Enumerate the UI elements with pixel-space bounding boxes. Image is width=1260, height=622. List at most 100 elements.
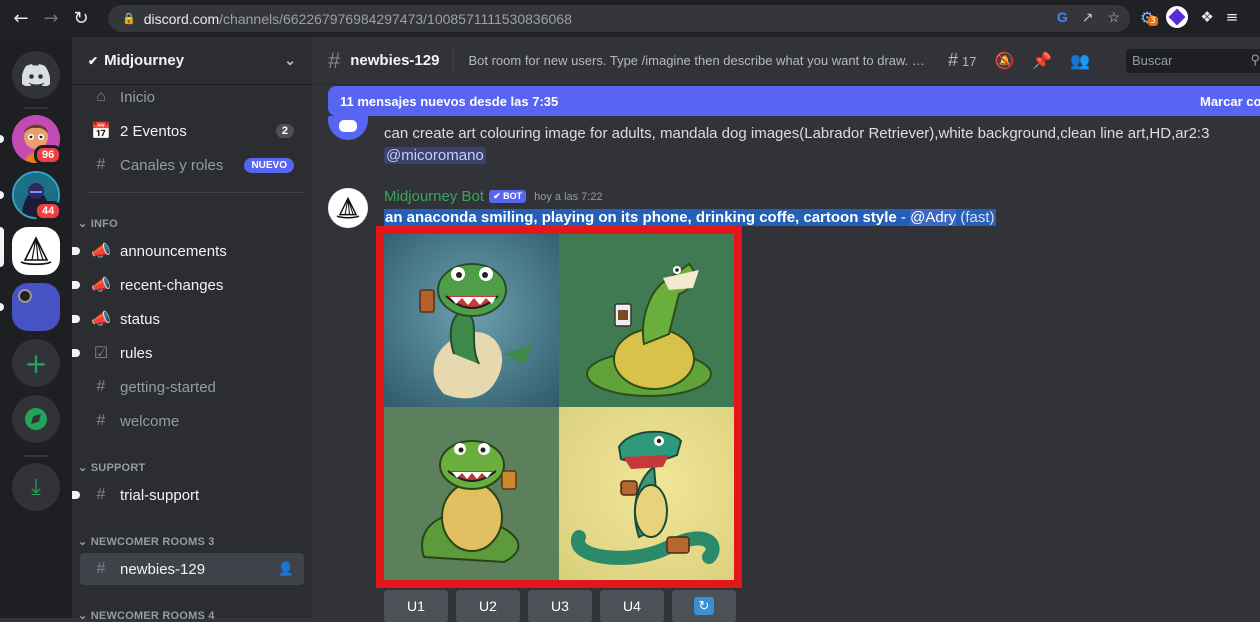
user-mention[interactable]: @Adry: [910, 209, 957, 226]
search-input[interactable]: Buscar ⚲: [1126, 49, 1260, 73]
address-bar[interactable]: 🔒 discord.com/channels/66226797698429747…: [108, 5, 1130, 32]
server-header[interactable]: ✔ Midjourney ⌄: [72, 37, 312, 85]
user-mention[interactable]: @micoromano: [384, 147, 486, 164]
unread-dot: [72, 315, 80, 323]
google-icon[interactable]: G: [1057, 9, 1068, 26]
channel-label: getting-started: [120, 378, 216, 396]
unread-pill-3: [0, 303, 4, 311]
download-icon[interactable]: ⤓: [12, 463, 60, 511]
channel-announcements[interactable]: 📣 announcements: [72, 235, 304, 267]
sidebar-item-eventos[interactable]: 📅 2 Eventos 2: [80, 115, 304, 147]
message-header: Midjourney Bot ✔ BOT hoy a las 7:22: [384, 188, 603, 205]
channel-welcome[interactable]: # welcome: [80, 405, 304, 437]
channel-rules[interactable]: ☑ rules: [72, 337, 304, 369]
share-icon[interactable]: ↗: [1082, 9, 1094, 26]
discord-logo-icon: [339, 120, 357, 132]
reload-icon[interactable]: ↻: [66, 4, 96, 34]
profile-extension-icon[interactable]: [1166, 6, 1189, 28]
lock-icon: 🔒: [122, 13, 136, 25]
server-name: Midjourney: [104, 52, 185, 69]
reroll-button[interactable]: ↻: [672, 590, 736, 622]
upscale-2-button[interactable]: U2: [456, 590, 520, 622]
channels-browse-icon: #: [96, 156, 106, 173]
channel-label: welcome: [120, 412, 180, 430]
threads-icon[interactable]: #17: [948, 50, 976, 71]
forward-icon[interactable]: →: [36, 4, 66, 34]
message-text: can create art colouring image for adult…: [384, 125, 1210, 142]
channel-trial-support[interactable]: # trial-support: [72, 479, 304, 511]
channel-title: newbies-129: [350, 52, 440, 69]
prompt-dash: -: [896, 209, 911, 226]
channel-status[interactable]: 📣 status: [72, 303, 304, 335]
upscale-3-label: U3: [551, 598, 569, 614]
channel-recent-changes[interactable]: 📣 recent-changes: [72, 269, 304, 301]
unread-dot: [72, 247, 80, 255]
generated-image-2[interactable]: [559, 234, 734, 407]
home-icon: ⌂: [96, 88, 106, 105]
unread-dot: [72, 281, 80, 289]
sidebar-item-canales[interactable]: # Canales y roles NUEVO: [80, 149, 304, 181]
extension-gear-icon[interactable]: ⚙3: [1140, 8, 1158, 27]
add-server-icon[interactable]: +: [12, 339, 60, 387]
puzzle-icon[interactable]: ❖: [1200, 8, 1213, 26]
upscale-3-button[interactable]: U3: [528, 590, 592, 622]
verified-check-icon: ✔: [88, 53, 99, 68]
upscale-4-button[interactable]: U4: [600, 590, 664, 622]
inicio-label: Inicio: [120, 88, 156, 106]
channel-topic[interactable]: Bot room for new users. Type /imagine th…: [468, 53, 928, 68]
server-avatar-purple[interactable]: [12, 283, 60, 331]
category-newcomer-3[interactable]: ⌄ NEWCOMER ROOMS 3: [78, 535, 215, 548]
unread-pill-2: [0, 191, 4, 199]
sidebar-item-inicio[interactable]: ⌂ Inicio: [80, 81, 304, 113]
mark-as-read-label: Marcar como leído: [1200, 93, 1260, 109]
upscale-1-label: U1: [407, 598, 425, 614]
image-grid[interactable]: [384, 234, 734, 580]
hash-thread-icon: #: [96, 560, 106, 577]
channel-label: recent-changes: [120, 276, 224, 294]
invite-member-icon[interactable]: 👤: [278, 561, 294, 577]
members-icon[interactable]: 👥: [1070, 51, 1090, 71]
category-support[interactable]: ⌄ SUPPORT: [78, 461, 145, 474]
search-icon: ⚲: [1250, 52, 1260, 67]
channel-label: trial-support: [120, 486, 200, 504]
pin-icon[interactable]: 📌: [1032, 51, 1052, 71]
upscale-4-label: U4: [623, 598, 641, 614]
midjourney-server-icon[interactable]: [12, 227, 60, 275]
megaphone-icon: 📣: [91, 243, 111, 260]
channel-label: status: [120, 310, 161, 328]
unread-pill: [0, 135, 4, 143]
megaphone-icon: 📣: [91, 311, 111, 328]
channel-label: newbies-129: [120, 560, 206, 578]
category-support-label: SUPPORT: [90, 462, 146, 474]
prompt-line: an anaconda smiling, playing on its phon…: [384, 209, 996, 226]
mark-as-read[interactable]: Marcar como leído: [1200, 94, 1260, 109]
discord-home-icon[interactable]: [12, 51, 60, 99]
timestamp: hoy a las 7:22: [534, 190, 603, 203]
midjourney-bot-avatar[interactable]: [328, 188, 368, 228]
channel-getting-started[interactable]: # getting-started: [80, 371, 304, 403]
rail-separator-2: [24, 455, 48, 457]
category-newcomer-4[interactable]: ⌄ NEWCOMER ROOMS 4: [78, 609, 215, 622]
hash-icon: #: [96, 378, 106, 395]
search-placeholder: Buscar: [1132, 53, 1173, 68]
new-messages-bar[interactable]: 11 mensajes nuevos desde las 7:35 Marcar…: [328, 86, 1260, 116]
channel-newbies-129[interactable]: # newbies-129 👤: [80, 553, 304, 585]
explore-compass-icon[interactable]: [12, 395, 60, 443]
mute-bell-icon[interactable]: 🔕: [994, 51, 1014, 71]
calendar-icon: 📅: [91, 123, 111, 140]
sidebar-divider: [88, 192, 304, 193]
star-icon[interactable]: ☆: [1107, 9, 1120, 26]
category-info[interactable]: ⌄ INFO: [78, 217, 118, 230]
megaphone-icon: 📣: [91, 277, 111, 294]
generated-image-4[interactable]: [559, 407, 734, 580]
generated-image-1[interactable]: [384, 234, 559, 407]
upscale-1-button[interactable]: U1: [384, 590, 448, 622]
back-icon[interactable]: ←: [6, 4, 36, 34]
author-name[interactable]: Midjourney Bot: [384, 188, 484, 205]
canales-label: Canales y roles: [120, 156, 224, 174]
hash-icon: #: [328, 47, 341, 73]
hash-icon: #: [96, 412, 106, 429]
generated-image-3[interactable]: [384, 407, 559, 580]
channel-header: # newbies-129 Bot room for new users. Ty…: [312, 37, 1260, 85]
playlist-icon[interactable]: ≡: [1226, 8, 1239, 26]
